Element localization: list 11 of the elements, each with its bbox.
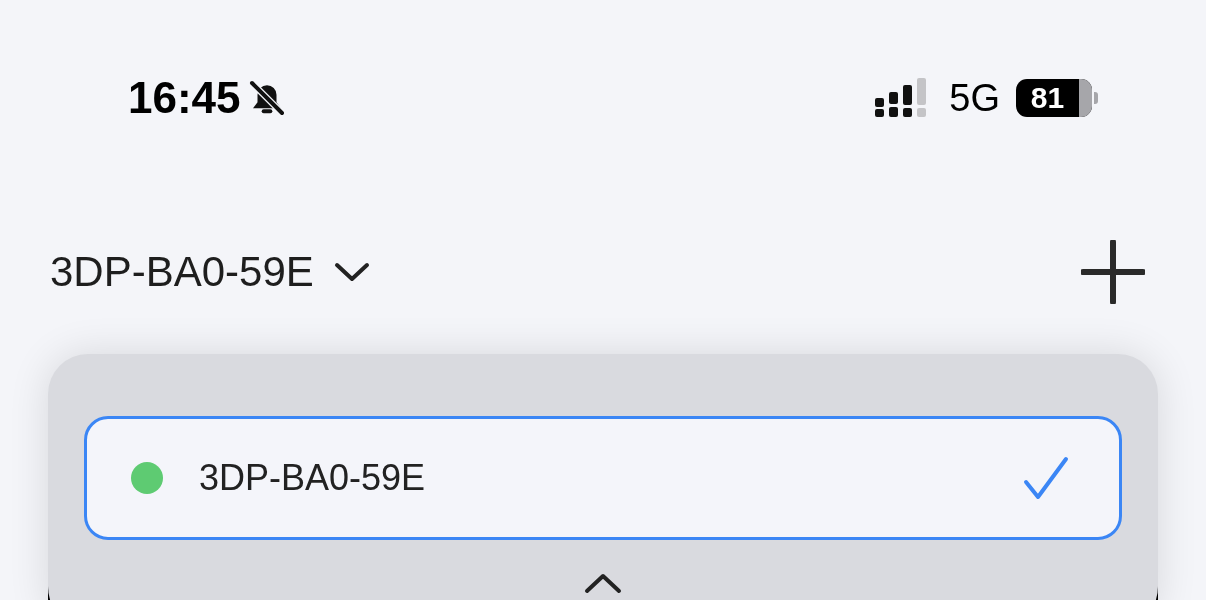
chevron-up-icon[interactable] [584, 572, 622, 594]
device-name: 3DP-BA0-59E [199, 460, 427, 496]
device-selector[interactable]: 3DP-BA0-59E [50, 251, 370, 293]
chevron-down-icon [333, 261, 370, 283]
plus-icon [1081, 240, 1145, 304]
add-button[interactable] [1080, 239, 1146, 305]
network-label: 5G [949, 79, 1000, 117]
device-item[interactable]: 3DP-BA0-59E [84, 416, 1122, 540]
status-time: 16:45 [128, 76, 241, 120]
battery-indicator: 81 [1016, 79, 1098, 117]
checkmark-icon [1023, 456, 1069, 500]
